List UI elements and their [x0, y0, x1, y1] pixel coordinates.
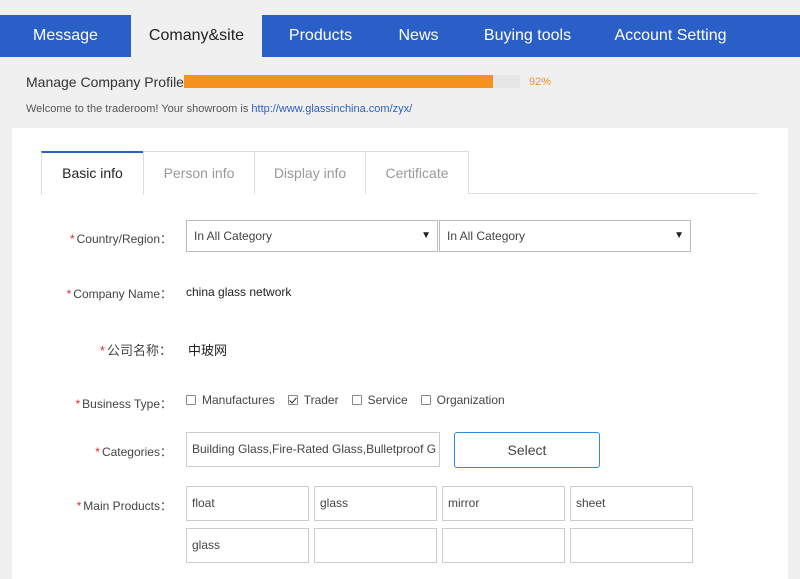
required-mark: * [69, 232, 75, 246]
manage-profile-label: Manage Company Profile [26, 74, 184, 90]
company-name-cn-value: 中玻网 [188, 343, 228, 358]
country-region-label: * Country/Region： [12, 230, 172, 247]
checkbox-label: Organization [436, 393, 505, 407]
required-mark: * [75, 397, 81, 411]
required-mark: * [99, 343, 105, 358]
welcome-message: Welcome to the traderoom! Your showroom … [26, 103, 412, 115]
chevron-down-icon: ▼ [674, 230, 684, 241]
business-type-service[interactable]: Service [351, 393, 408, 407]
main-products-label: * Main Products： [12, 497, 172, 514]
required-mark: * [66, 287, 72, 301]
main-product-input-1[interactable]: float [186, 486, 309, 521]
checkbox-manufactures[interactable] [186, 395, 196, 405]
checkbox-label: Service [367, 393, 408, 407]
checkbox-label: Trader [303, 393, 339, 407]
main-product-input-2[interactable]: glass [314, 486, 437, 521]
business-type-trader[interactable]: Trader [287, 393, 339, 407]
categories-label: * Categories： [12, 443, 172, 460]
business-type-options: Manufactures Trader Service Organization [186, 393, 518, 407]
business-type-label: * Business Type： [12, 395, 173, 412]
country-select-1[interactable]: In All Category ▼ [186, 220, 438, 252]
checkbox-label: Manufactures [202, 393, 275, 407]
nav-tab-message[interactable]: Message [0, 15, 131, 57]
main-product-input-6[interactable] [314, 528, 437, 563]
business-type-label-text: Business Type： [82, 397, 172, 411]
tab-basic-info[interactable]: Basic info [41, 151, 144, 195]
country-select-1-value: In All Category [194, 229, 273, 243]
checkbox-trader[interactable] [287, 395, 298, 405]
tab-display-info[interactable]: Display info [254, 151, 366, 194]
checkbox-service[interactable] [351, 395, 362, 405]
chevron-down-icon: ▼ [421, 230, 431, 241]
main-product-input-5[interactable]: glass [186, 528, 309, 563]
business-type-organization[interactable]: Organization [420, 393, 505, 407]
top-nav: Message Comany&site Products News Buying… [0, 15, 800, 57]
company-name-label: * Company Name： [12, 285, 172, 302]
country-select-2-value: In All Category [447, 229, 526, 243]
company-name-cn-label-text: 公司名称： [106, 343, 172, 358]
showroom-link[interactable]: http://www.glassinchina.com/zyx/ [251, 103, 412, 115]
categories-input[interactable]: Building Glass,Fire-Rated Glass,Bulletpr… [186, 432, 440, 467]
main-products-label-text: Main Products： [83, 499, 172, 513]
country-region-label-text: Country/Region： [76, 232, 172, 246]
categories-select-button[interactable]: Select [454, 432, 600, 468]
main-product-input-8[interactable] [570, 528, 693, 563]
tab-person-info[interactable]: Person info [143, 151, 255, 194]
profile-progress-fill [184, 75, 494, 88]
profile-tabs: Basic info Person info Display info Cert… [41, 151, 758, 195]
company-name-cn-label: * 公司名称： [12, 340, 172, 359]
categories-label-text: Categories： [101, 445, 172, 459]
nav-tab-products[interactable]: Products [262, 15, 379, 57]
country-select-2[interactable]: In All Category ▼ [439, 220, 691, 252]
nav-tab-news[interactable]: News [379, 15, 458, 57]
business-type-manufactures[interactable]: Manufactures [186, 393, 275, 407]
main-product-input-3[interactable]: mirror [442, 486, 565, 521]
company-name-value: china glass network [186, 285, 292, 299]
tab-certificate[interactable]: Certificate [365, 151, 469, 194]
main-product-input-4[interactable]: sheet [570, 486, 693, 521]
profile-progress-bar [184, 75, 520, 88]
nav-tab-account-setting[interactable]: Account Setting [597, 15, 744, 57]
nav-tab-company-site[interactable]: Comany&site [131, 15, 262, 57]
profile-progress-text: 92% [529, 76, 552, 88]
main-product-input-7[interactable] [442, 528, 565, 563]
required-mark: * [76, 499, 82, 513]
nav-tab-buying-tools[interactable]: Buying tools [458, 15, 597, 57]
company-name-label-text: Company Name： [73, 287, 172, 301]
checkbox-organization[interactable] [420, 395, 431, 405]
required-mark: * [95, 445, 100, 459]
welcome-text: Welcome to the traderoom! Your showroom … [26, 103, 252, 115]
